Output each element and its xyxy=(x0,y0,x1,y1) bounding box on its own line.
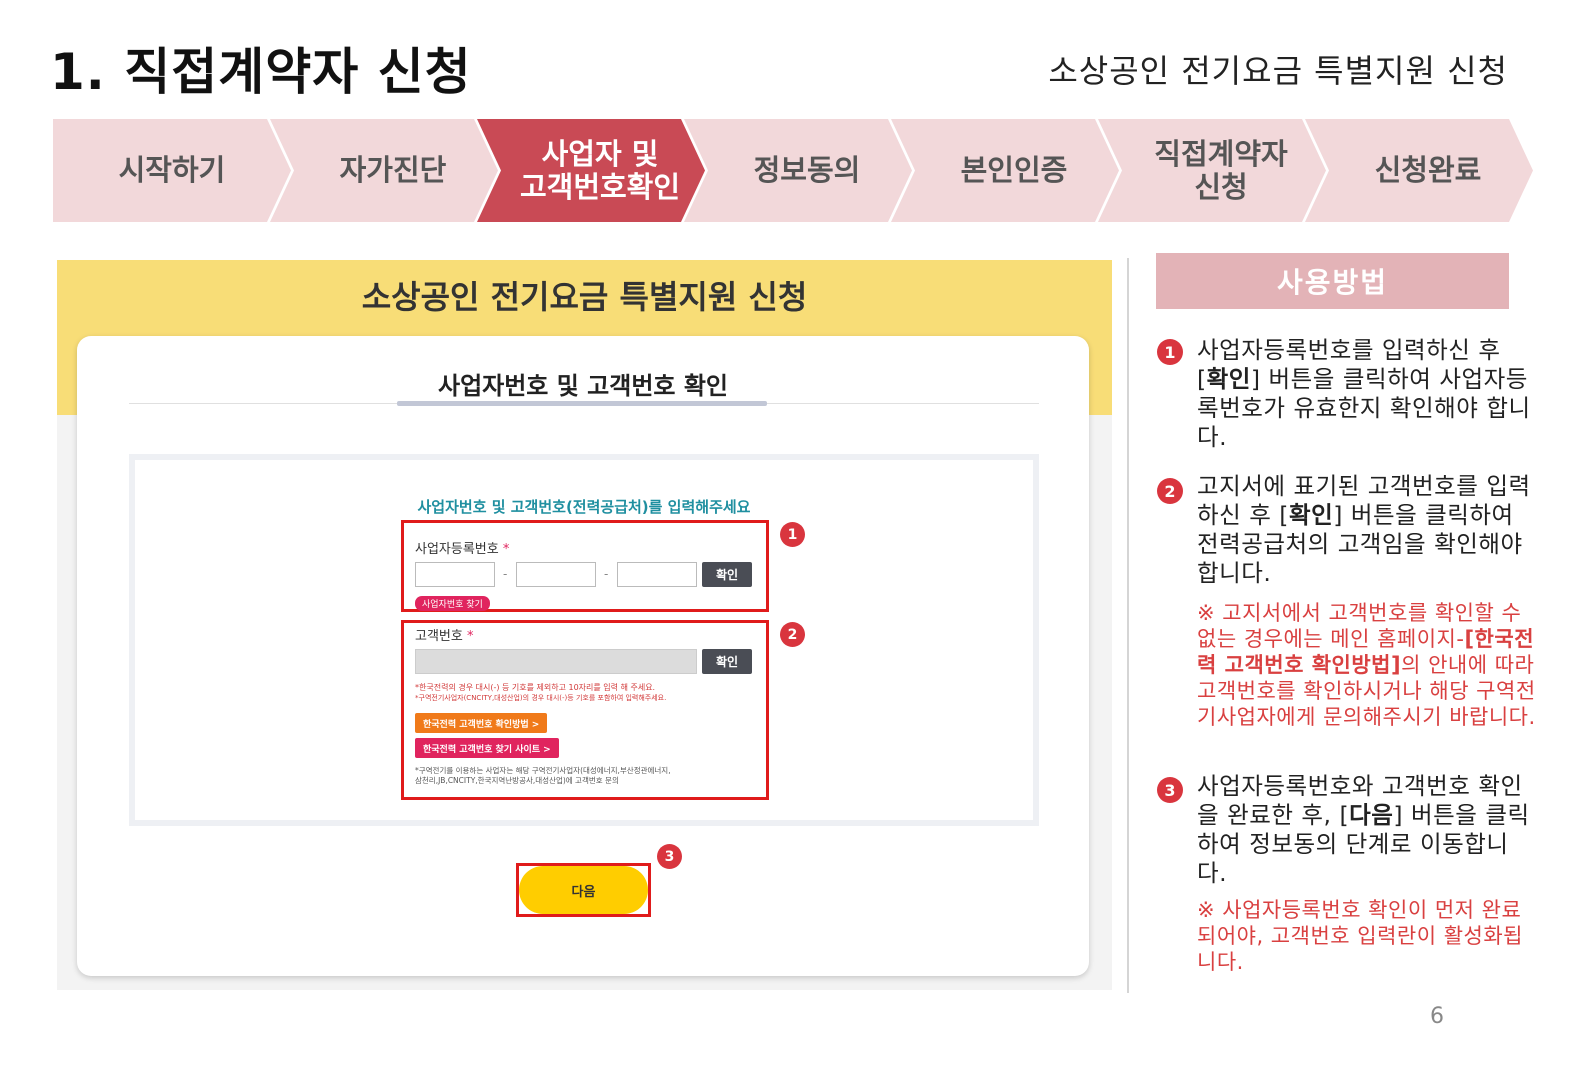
usage-badge-2: 2 xyxy=(1157,478,1183,504)
business-number-field-3[interactable] xyxy=(617,562,697,587)
step-direct-contractor: 직접계약자 신청 xyxy=(1098,119,1326,222)
customer-note-kepco: *한국전력의 경우 대시(-) 등 기호를 제외하고 10자리를 입력 해 주세… xyxy=(415,683,656,692)
title-underline xyxy=(397,401,767,406)
business-number-field-2[interactable] xyxy=(516,562,596,587)
form-instruction: 사업자번호 및 고객번호(전력공급처)를 입력해주세요 xyxy=(417,498,751,516)
page-number: 6 xyxy=(1430,1004,1444,1029)
step-info-consent: 정보동의 xyxy=(684,119,912,222)
business-confirm-button[interactable]: 확인 xyxy=(702,562,752,587)
customer-number-field[interactable] xyxy=(415,649,697,674)
step-progress: 시작하기 자가진단 사업자 및 고객번호확인 정보동의 본인인증 직접계약자 신… xyxy=(53,119,1533,222)
usage-badge-1: 1 xyxy=(1157,339,1183,365)
customer-note-district: *구역전기사업자(CNCITY,대성산업)의 경우 대시(-)등 기호를 포함하… xyxy=(415,694,667,702)
kepco-method-button[interactable]: 한국전력 고객번호 확인방법 > xyxy=(415,713,548,733)
next-button[interactable]: 다음 xyxy=(519,866,648,914)
usage-warning-1: ※ 고지서에서 고객번호를 확인할 수 없는 경우에는 메인 홈페이지-[한국전… xyxy=(1197,601,1536,729)
form-card: 사업자번호 및 고객번호 확인 사업자번호 및 고객번호(전력공급처)를 입력해… xyxy=(77,336,1089,976)
business-number-label: 사업자등록번호 * xyxy=(415,542,510,557)
find-business-number-button[interactable]: 사업자번호 찾기 xyxy=(415,596,490,611)
step-complete: 신청완료 xyxy=(1305,119,1533,222)
step-business-customer-check: 사업자 및 고객번호확인 xyxy=(477,119,705,222)
badge-2: 2 xyxy=(780,622,805,647)
banner-title: 소상공인 전기요금 특별지원 신청 xyxy=(361,278,808,316)
step-start: 시작하기 xyxy=(53,119,291,222)
customer-number-label: 고객번호 * xyxy=(415,629,474,644)
usage-badge-3: 3 xyxy=(1157,777,1183,803)
customer-number-highlight: 고객번호 * 확인 *한국전력의 경우 대시(-) 등 기호를 제외하고 10자… xyxy=(401,620,769,800)
usage-heading: 사용방법 xyxy=(1156,253,1509,309)
customer-confirm-button[interactable]: 확인 xyxy=(702,649,752,674)
kepco-find-site-button[interactable]: 한국전력 고객번호 찾기 사이트 > xyxy=(415,738,559,758)
usage-warning-2: ※ 사업자등록번호 확인이 먼저 완료되어야, 고객번호 입력란이 활성화됩니다… xyxy=(1197,898,1523,974)
business-number-highlight: 사업자등록번호 * - - 확인 사업자번호 찾기 xyxy=(401,520,769,612)
card-title: 사업자번호 및 고객번호 확인 xyxy=(437,372,729,400)
usage-step-3: 사업자등록번호와 고객번호 확인을 완료한 후, [다음] 버튼을 클릭하여 정… xyxy=(1197,772,1530,887)
form-panel: 사업자번호 및 고객번호(전력공급처)를 입력해주세요 사업자등록번호 * - … xyxy=(129,454,1039,826)
usage-step-1: 사업자등록번호를 입력하신 후 [확인] 버튼을 클릭하여 사업자등록번호가 유… xyxy=(1197,336,1531,451)
screenshot-mockup: 소상공인 전기요금 특별지원 신청 사업자번호 및 고객번호 확인 사업자번호 … xyxy=(57,260,1112,990)
vertical-divider xyxy=(1127,258,1129,993)
usage-step-2: 고지서에 표기된 고객번호를 입력하신 후 [확인] 버튼을 클릭하여 전력공급… xyxy=(1197,472,1531,587)
page-title: 1. 직접계약자 신청 xyxy=(50,43,472,101)
district-note-2: 삼천리,JB,CNCITY,한국지역난방공사,대성산업)에 고객번호 문의 xyxy=(415,776,619,785)
page-subtitle: 소상공인 전기요금 특별지원 신청 xyxy=(1048,52,1508,90)
dash: - xyxy=(604,567,609,581)
dash: - xyxy=(503,567,508,581)
badge-3: 3 xyxy=(657,844,682,869)
badge-1: 1 xyxy=(780,522,805,547)
step-self-diagnosis: 자가진단 xyxy=(270,119,498,222)
step-identity-verification: 본인인증 xyxy=(891,119,1119,222)
business-number-field-1[interactable] xyxy=(415,562,495,587)
